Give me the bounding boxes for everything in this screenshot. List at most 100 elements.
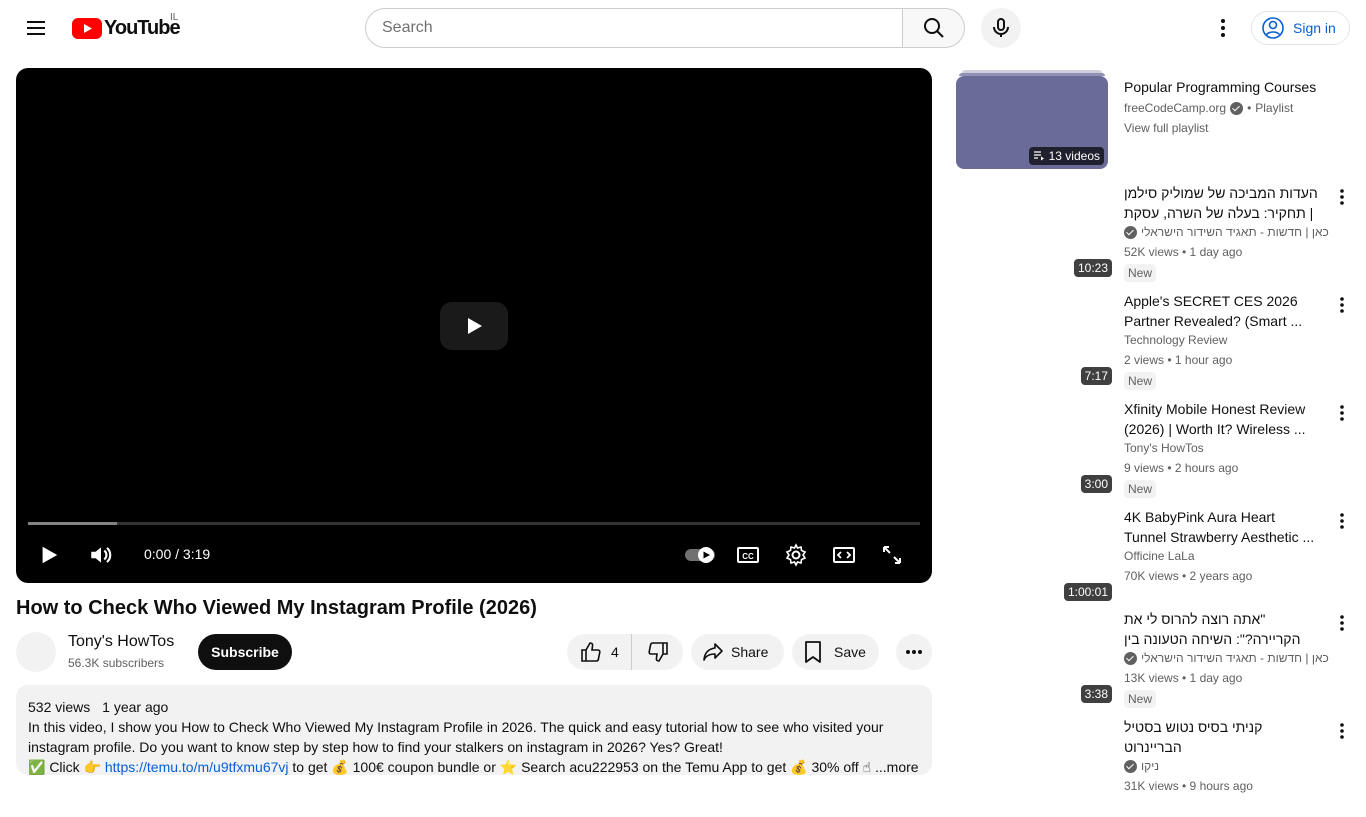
duration-badge: 7:17 (1080, 367, 1112, 385)
video-thumbnail[interactable]: 3:38 (956, 609, 1112, 703)
closed-captions-icon: CC (737, 547, 759, 563)
video-menu-button[interactable] (1332, 401, 1352, 425)
vertical-dots-icon (1340, 405, 1344, 421)
show-more-button[interactable]: ...more (875, 759, 919, 775)
settings-more-button[interactable] (1207, 12, 1239, 44)
recommended-video-title[interactable]: "אתה רוצה להרוס לי את הקריירה?": השיחה ה… (1124, 609, 1320, 649)
playlist-count: 13 videos (1048, 149, 1100, 163)
progress-bar[interactable] (28, 522, 920, 525)
channel-name[interactable]: Technology Review (1124, 333, 1227, 347)
recommended-video[interactable]: 7:17 Apple's SECRET CES 2026 Partner Reve… (956, 291, 1356, 391)
channel-name[interactable]: ניקו (1141, 759, 1159, 773)
verified-icon (1124, 651, 1137, 665)
video-menu-button[interactable] (1332, 509, 1352, 533)
microphone-icon (993, 18, 1009, 37)
subtitles-button[interactable]: CC (732, 538, 764, 572)
thumbs-up-icon (581, 642, 601, 662)
description-text: In this video, I show you How to Check W… (28, 719, 884, 755)
recommended-video-meta: 2 views • 1 hour ago (1124, 353, 1233, 367)
theater-mode-button[interactable] (828, 538, 860, 572)
channel-name[interactable]: כאן | חדשות - תאגיד השידור הישראלי (1141, 225, 1329, 239)
video-thumbnail[interactable]: 3:00 (956, 399, 1112, 493)
description-box[interactable]: 532 views 1 year ago In this video, I sh… (16, 685, 932, 775)
recommended-video-title[interactable]: העדות המביכה של שמוליק סילמן | תחקיר: בע… (1124, 183, 1320, 223)
search-icon (923, 18, 944, 38)
duration-badge: 1:00:01 (1063, 583, 1112, 601)
video-player[interactable]: 0:00 / 3:19 CC (16, 68, 932, 583)
recommended-video[interactable]: קניתי בסיס נטוש בסטיל הבריינרוט ניקו 31K v… (956, 717, 1356, 817)
youtube-logo[interactable]: YouTube (72, 16, 181, 39)
share-button[interactable]: Share (691, 634, 784, 670)
dislike-button[interactable] (632, 634, 684, 670)
duration-badge: 10:23 (1073, 259, 1112, 277)
share-icon (703, 643, 723, 661)
autoplay-toggle[interactable] (682, 538, 718, 572)
recommended-video-title[interactable]: Xfinity Mobile Honest Review (2026) | Wo… (1124, 399, 1320, 439)
recommended-video-channel: כאן | חדשות - תאגיד השידור הישראלי (1124, 225, 1329, 239)
description-link[interactable]: https://temu.to/m/u9tfxmu67vj (105, 759, 289, 775)
save-label: Save (834, 644, 866, 660)
verified-icon (1124, 225, 1137, 239)
video-thumbnail[interactable] (956, 717, 1112, 811)
video-menu-button[interactable] (1332, 719, 1352, 743)
playlist-title[interactable]: Popular Programming Courses (1124, 79, 1316, 95)
playlist-thumbnail[interactable]: 13 videos (956, 76, 1108, 169)
channel-name[interactable]: Tony's HowTos (68, 633, 174, 651)
like-button[interactable]: 4 (567, 634, 632, 670)
sign-in-button[interactable]: Sign in (1251, 11, 1350, 45)
video-thumbnail[interactable]: 10:23 (956, 183, 1112, 277)
playlist-count-badge: 13 videos (1028, 147, 1104, 165)
gear-icon (785, 543, 807, 567)
more-actions-button[interactable] (896, 634, 932, 670)
search-input[interactable] (365, 8, 902, 48)
large-play-button[interactable] (440, 302, 508, 350)
vertical-dots-icon (1221, 19, 1225, 37)
hamburger-icon (27, 21, 45, 35)
mute-button[interactable] (86, 538, 116, 572)
video-menu-button[interactable] (1332, 611, 1352, 635)
channel-name[interactable]: כאן | חדשות - תאגיד השידור הישראלי (1141, 651, 1329, 665)
description-line-suffix: to get 💰 100€ coupon bundle or ⭐ Search … (288, 759, 872, 775)
video-menu-button[interactable] (1332, 293, 1352, 317)
thumbs-down-icon (648, 642, 668, 662)
recommended-video[interactable]: 3:00 Xfinity Mobile Honest Review (2026) … (956, 399, 1356, 499)
video-menu-button[interactable] (1332, 185, 1352, 209)
description-meta: 532 views 1 year ago (28, 697, 920, 717)
vertical-dots-icon (1340, 513, 1344, 529)
sign-in-label: Sign in (1293, 20, 1336, 36)
save-button[interactable]: Save (792, 634, 879, 670)
video-thumbnail[interactable]: 7:17 (956, 291, 1112, 385)
autoplay-toggle-icon (685, 547, 715, 563)
recommended-video-channel: Tony's HowTos (1124, 441, 1204, 455)
description-line: ✅ Click 👉 https://temu.to/m/u9tfxmu67vj … (28, 757, 920, 775)
vertical-dots-icon (1340, 723, 1344, 739)
vertical-dots-icon (1340, 615, 1344, 631)
recommended-video-title[interactable]: קניתי בסיס נטוש בסטיל הבריינרוט (1124, 717, 1320, 757)
video-thumbnail[interactable]: 1:00:01 (956, 507, 1112, 601)
like-count: 4 (611, 644, 619, 660)
vertical-dots-icon (1340, 189, 1344, 205)
recommended-video[interactable]: 1:00:01 4K BabyPink Aura Heart Tunnel Str… (956, 507, 1356, 607)
view-full-playlist-link[interactable]: View full playlist (1124, 121, 1208, 135)
svg-text:CC: CC (742, 552, 754, 561)
recommended-video-title[interactable]: 4K BabyPink Aura Heart Tunnel Strawberry… (1124, 507, 1320, 547)
search-button[interactable] (902, 8, 965, 48)
recommended-video[interactable]: 3:38 "אתה רוצה להרוס לי את הקריירה?": השי… (956, 609, 1356, 709)
logo-text: YouTube (104, 16, 181, 39)
time-display: 0:00 / 3:19 (144, 546, 211, 562)
channel-avatar[interactable] (16, 632, 56, 672)
voice-search-button[interactable] (981, 8, 1021, 48)
subscribe-button[interactable]: Subscribe (198, 634, 292, 670)
playlist-type: Playlist (1255, 101, 1294, 115)
recommended-video[interactable]: 10:23 העדות המביכה של שמוליק סילמן | תחקי… (956, 183, 1356, 283)
recommended-video-title[interactable]: Apple's SECRET CES 2026 Partner Revealed… (1124, 291, 1320, 331)
account-icon (1262, 17, 1284, 39)
channel-name[interactable]: Tony's HowTos (1124, 441, 1204, 455)
menu-button[interactable] (20, 12, 52, 44)
playlist-channel[interactable]: freeCodeCamp.org (1124, 101, 1226, 115)
horizontal-dots-icon (906, 650, 922, 654)
fullscreen-button[interactable] (876, 538, 908, 572)
channel-name[interactable]: Officine LaLa (1124, 549, 1195, 563)
play-button[interactable] (34, 538, 64, 572)
settings-button[interactable] (780, 538, 812, 572)
